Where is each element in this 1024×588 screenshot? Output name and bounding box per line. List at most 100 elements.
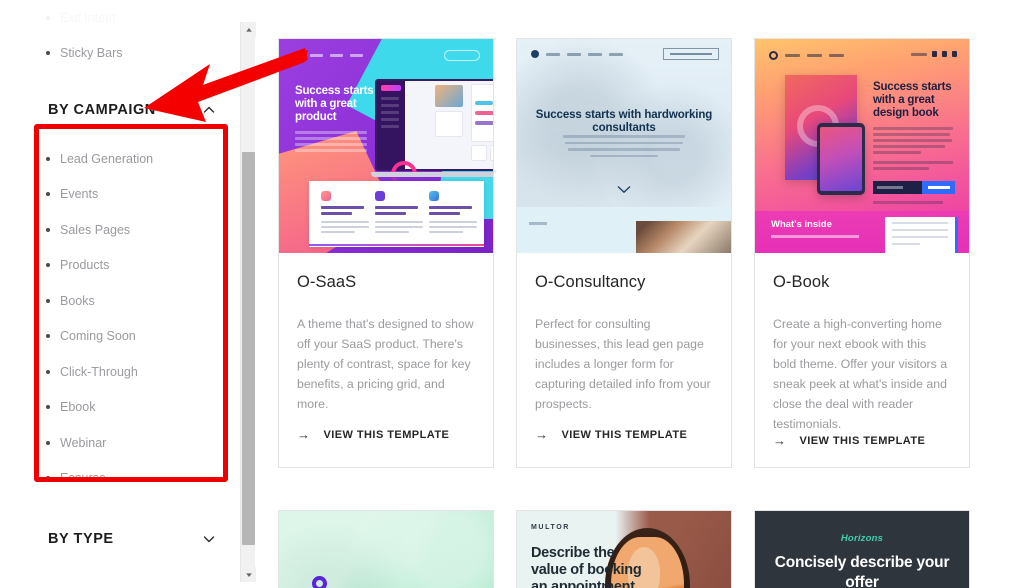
template-card[interactable]: Success starts with a great product O-Sa…: [278, 38, 494, 468]
thumb-headline: Success starts with hardworking consulta…: [535, 109, 713, 134]
view-template-link[interactable]: → VIEW THIS TEMPLATE: [535, 428, 713, 467]
sidebar-item-click-through[interactable]: Click-Through: [0, 354, 232, 390]
sidebar-item-label: Ecourse: [60, 471, 106, 486]
template-thumbnail-o-consultancy[interactable]: Success starts with hardworking consulta…: [517, 39, 731, 253]
view-template-link[interactable]: → VIEW THIS TEMPLATE: [773, 433, 951, 467]
nav-link: [330, 53, 343, 57]
sidebar-item-label: Webinar: [60, 435, 107, 450]
sidebar-item-sales-pages[interactable]: Sales Pages: [0, 212, 232, 248]
thumb-nav: [769, 51, 844, 60]
bullet-icon: [46, 440, 50, 445]
filter-sidebar-scroll-content: Exit Intent Sticky Bars BY CAMPAIGN Lead…: [0, 0, 232, 588]
thumb-headline: Describe the value of booking an appoint…: [531, 545, 642, 588]
sidebar-scrollbar[interactable]: [240, 22, 256, 582]
view-template-label: VIEW THIS TEMPLATE: [799, 434, 926, 447]
nav-link: [310, 53, 323, 57]
template-description: Perfect for consulting businesses, this …: [535, 317, 711, 411]
bullet-icon: [46, 192, 50, 197]
nav-link: [546, 52, 560, 56]
chevron-down-icon: [617, 181, 631, 199]
template-thumbnail-o-saas[interactable]: Success starts with a great product: [279, 39, 493, 253]
view-template-label: VIEW THIS TEMPLATE: [561, 428, 688, 441]
template-thumbnail-multor[interactable]: MULTOR Describe the value of booking an …: [517, 511, 731, 588]
sidebar-item-books[interactable]: Books: [0, 283, 232, 319]
template-card-body: O-Consultancy Perfect for consulting bus…: [517, 253, 731, 467]
sidebar-group-by-type[interactable]: BY TYPE: [0, 518, 232, 560]
sidebar-item-label: Sales Pages: [60, 222, 131, 237]
sidebar-item-sticky-bars[interactable]: Sticky Bars: [0, 36, 232, 72]
thumb-paragraph: [563, 135, 685, 161]
sidebar-group-special-features[interactable]: SPECIAL FEATURES: [0, 583, 232, 588]
template-name: O-Consultancy: [535, 273, 646, 291]
chevron-up-icon: [203, 104, 215, 115]
section-photo: [636, 221, 731, 253]
thumb-paragraph: [873, 127, 953, 157]
nav-link: [785, 54, 800, 57]
template-card[interactable]: [278, 510, 494, 588]
brand-logo-icon: [531, 50, 539, 58]
bullet-icon: [46, 227, 50, 232]
template-card[interactable]: MULTOR Describe the value of booking an …: [516, 510, 732, 588]
laptop-mockup: [375, 79, 493, 171]
nav-link: [567, 52, 581, 56]
thumb-cta-button: [444, 50, 480, 61]
bullet-icon: [46, 476, 50, 481]
thumb-paragraph-2: [873, 161, 953, 173]
sidebar-item-ecourse[interactable]: Ecourse: [0, 461, 232, 497]
brand-logo-icon: [312, 576, 327, 588]
nav-link: [588, 52, 602, 56]
scrollbar-thumb[interactable]: [242, 152, 255, 545]
feature-item: [375, 191, 423, 236]
sidebar-item-products[interactable]: Products: [0, 248, 232, 284]
sidebar-group-items-by-campaign: Lead Generation Events Sales Pages Produ…: [0, 131, 232, 496]
thumb-brand: MULTOR: [531, 524, 570, 531]
bullet-icon: [46, 405, 50, 410]
chevron-down-icon: [203, 533, 215, 544]
nav-link: [350, 53, 363, 57]
linkedin-icon: [952, 51, 957, 57]
feature-item: [321, 191, 369, 236]
lower-section: [517, 207, 731, 253]
template-card[interactable]: Success starts with hardworking consulta…: [516, 38, 732, 468]
feature-item: [429, 191, 477, 236]
view-template-link[interactable]: → VIEW THIS TEMPLATE: [297, 428, 475, 467]
thumb-headline: Success starts with a great product: [295, 85, 374, 123]
template-thumbnail-horizons[interactable]: Horizons Concisely describe your offer: [755, 511, 969, 588]
view-template-label: VIEW THIS TEMPLATE: [323, 428, 450, 441]
template-name: O-SaaS: [297, 273, 357, 291]
social-proof-label: [873, 201, 943, 204]
sidebar-item-webinar[interactable]: Webinar: [0, 425, 232, 461]
sidebar-group-by-campaign[interactable]: BY CAMPAIGN: [0, 89, 232, 131]
facebook-icon: [932, 51, 937, 57]
nav-link: [609, 52, 623, 56]
arrow-right-icon: →: [773, 433, 787, 448]
thumb-nav: [295, 51, 363, 59]
sidebar-item-cut-off[interactable]: Exit Intent: [0, 0, 232, 36]
scroll-up-arrow-icon[interactable]: [241, 22, 256, 37]
app-sidebar: [377, 81, 405, 169]
template-card[interactable]: Success starts with a great design book …: [754, 38, 970, 468]
sidebar-item-events[interactable]: Events: [0, 177, 232, 213]
thumb-brand: Horizons: [840, 533, 884, 544]
sidebar-item-label: Click-Through: [60, 364, 138, 379]
sidebar-item-label: Events: [60, 187, 99, 202]
template-card-body: O-SaaS A theme that's designed to show o…: [279, 253, 493, 467]
template-card[interactable]: Horizons Concisely describe your offer: [754, 510, 970, 588]
sidebar-item-label: Exit Intent: [60, 10, 116, 25]
section-title: What's inside: [771, 219, 832, 230]
template-card-body: O-Book Create a high-converting home for…: [755, 253, 969, 467]
sidebar-item-lead-generation[interactable]: Lead Generation: [0, 141, 232, 177]
app-logo: [381, 85, 401, 91]
template-name: O-Book: [773, 273, 830, 291]
gear-icon: [769, 51, 778, 60]
scroll-down-arrow-icon[interactable]: [241, 567, 256, 582]
sidebar-item-coming-soon[interactable]: Coming Soon: [0, 319, 232, 355]
sidebar-item-ebook[interactable]: Ebook: [0, 390, 232, 426]
thumb-nav: [531, 50, 623, 58]
thumb-headline: Success starts with a great design book: [873, 81, 952, 119]
template-grid: Success starts with a great product O-Sa…: [258, 0, 1024, 588]
template-thumbnail-coming-soon[interactable]: [279, 511, 493, 588]
arrow-right-icon: →: [535, 427, 549, 442]
template-thumbnail-o-book[interactable]: Success starts with a great design book …: [755, 39, 969, 253]
arrow-right-icon: →: [297, 427, 311, 442]
